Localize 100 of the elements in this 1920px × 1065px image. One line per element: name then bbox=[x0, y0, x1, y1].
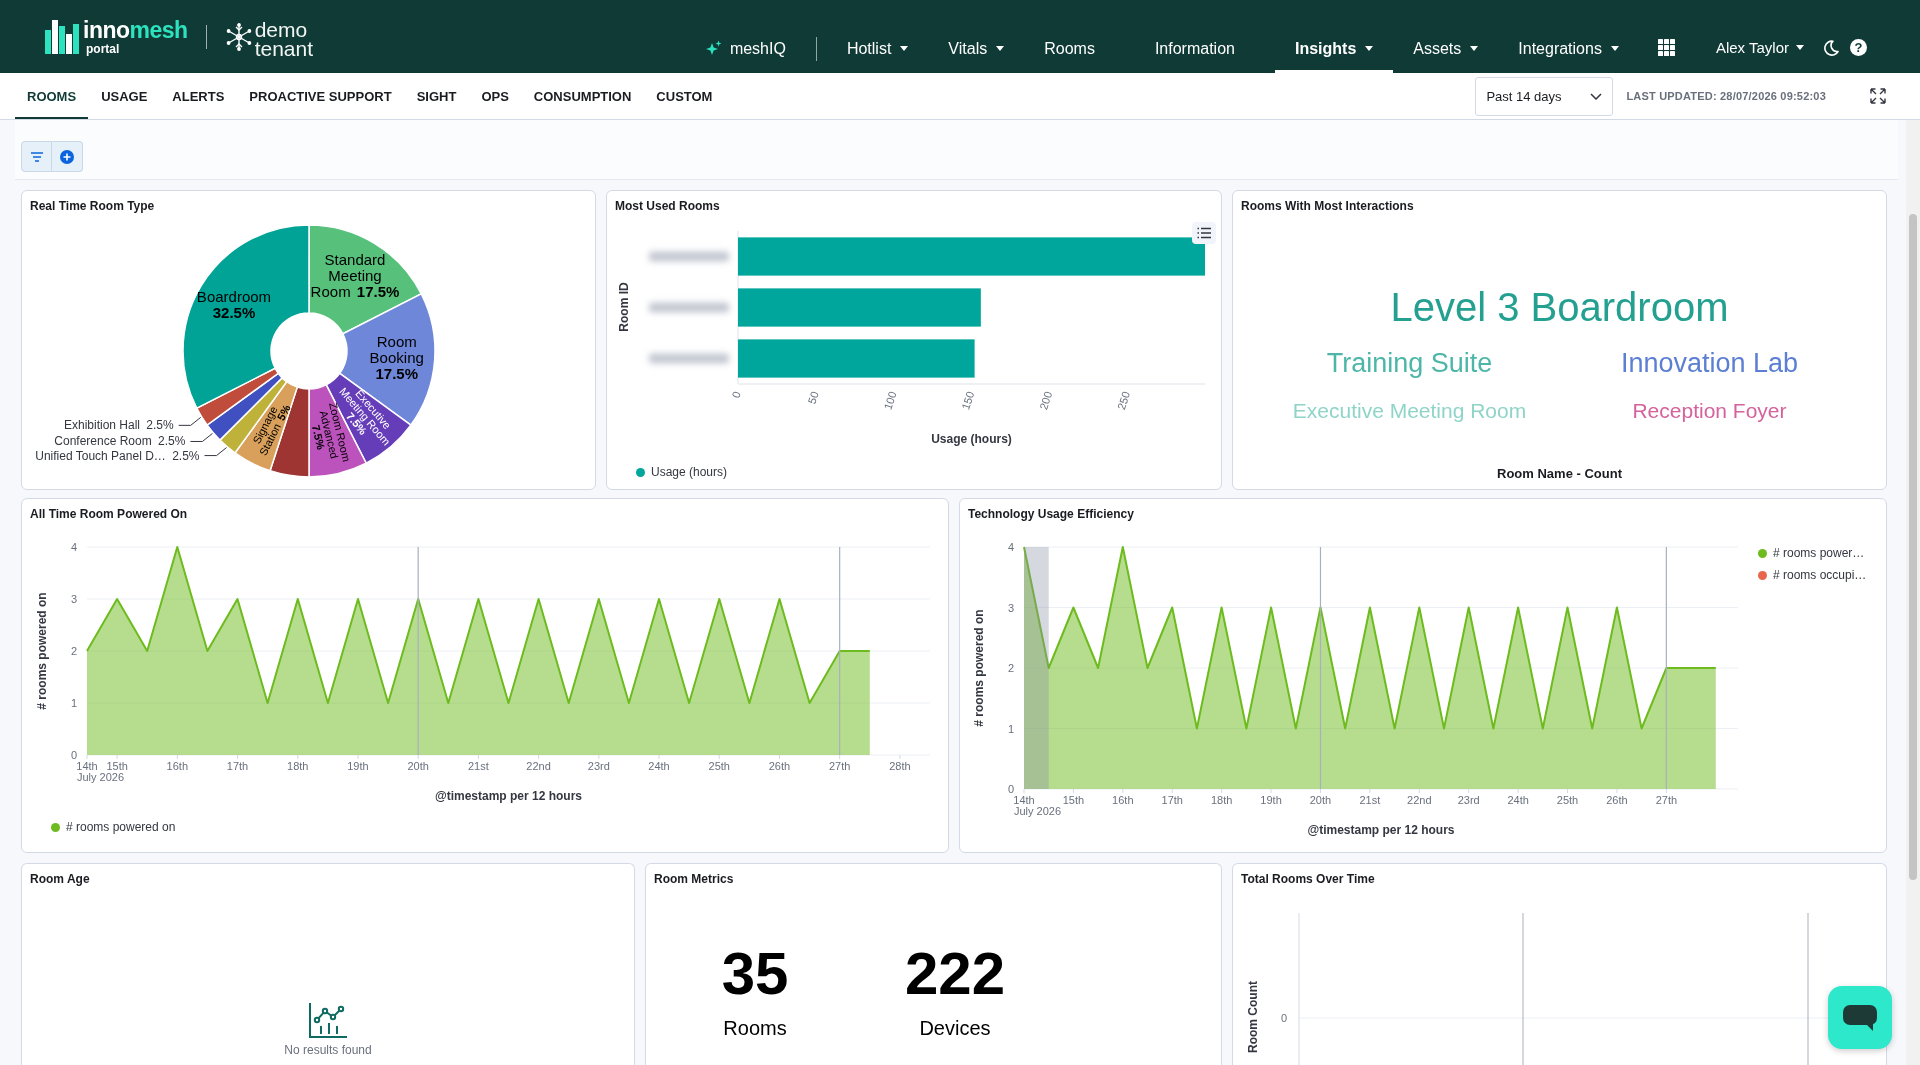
logo-icon bbox=[45, 19, 79, 54]
legend-item[interactable]: Usage (hours) bbox=[636, 465, 728, 479]
y-axis-title: # rooms powered on bbox=[35, 592, 49, 710]
x-tick-label: 16th bbox=[166, 760, 189, 772]
nav-link[interactable]: Information bbox=[1134, 0, 1275, 73]
snowflake-icon bbox=[224, 22, 253, 51]
time-range-dropdown[interactable]: Past 14 days bbox=[1475, 76, 1614, 116]
y-tick-label: 0 bbox=[70, 749, 77, 761]
tab[interactable]: ALERTS bbox=[160, 73, 237, 119]
scrollbar[interactable] bbox=[1906, 120, 1920, 1065]
x-axis-date-label: July 2026 bbox=[1014, 805, 1062, 817]
y-axis-title: # rooms powered on bbox=[972, 609, 986, 727]
x-tick-label: 15th bbox=[1062, 794, 1085, 806]
help-button[interactable]: ? bbox=[1850, 39, 1867, 56]
x-tick-label: 50 bbox=[805, 389, 821, 406]
filter-button[interactable] bbox=[21, 141, 52, 172]
nav-link[interactable]: meshIQ bbox=[684, 0, 806, 73]
x-tick-label: 24th bbox=[648, 760, 670, 772]
y-tick-label: 4 bbox=[70, 541, 77, 553]
chart-icon bbox=[308, 1001, 348, 1039]
leader-line bbox=[178, 416, 202, 426]
legend-item[interactable]: # rooms occupi… bbox=[1758, 567, 1867, 583]
slice-label: Room Booking 17.5% bbox=[369, 333, 424, 383]
x-tick-label: 14th bbox=[76, 760, 98, 772]
metric-label: Devices bbox=[919, 1016, 991, 1040]
slice-label: Conference Room 2.5% bbox=[54, 434, 186, 449]
tab[interactable]: OPS bbox=[469, 73, 521, 119]
panel-title: Most Used Rooms bbox=[615, 199, 720, 213]
tab[interactable]: ROOMS bbox=[15, 73, 89, 119]
x-tick-label: 23rd bbox=[587, 760, 610, 772]
logo-subtitle: portal bbox=[86, 42, 121, 55]
word-cloud-term: Executive Meeting Room bbox=[1292, 398, 1527, 424]
x-tick-label: 22nd bbox=[1407, 794, 1432, 806]
fullscreen-button[interactable] bbox=[1870, 88, 1886, 104]
x-tick-label: 27th bbox=[828, 760, 851, 772]
nav-link[interactable]: Vitals bbox=[928, 0, 1025, 73]
tab[interactable]: SIGHT bbox=[404, 73, 469, 119]
x-tick-label: 26th bbox=[768, 760, 791, 772]
word-cloud-caption: Room Name - Count bbox=[1497, 466, 1622, 482]
y-tick-label: 0 bbox=[1280, 1012, 1287, 1024]
x-axis-title: @timestamp per 12 hours bbox=[1307, 823, 1455, 837]
word-cloud-term: Training Suite bbox=[1326, 347, 1493, 380]
y-tick-label: 3 bbox=[1007, 601, 1014, 614]
metric-label: Rooms bbox=[723, 1016, 787, 1040]
panel-title: Rooms With Most Interactions bbox=[1241, 199, 1414, 213]
x-tick-label: 28th bbox=[889, 760, 911, 772]
nav-link[interactable]: Hotlist bbox=[826, 0, 929, 73]
empty-state-message: No results found bbox=[284, 1043, 372, 1057]
x-tick-label: 21st bbox=[1359, 794, 1381, 806]
fullscreen-icon bbox=[1870, 88, 1886, 104]
x-tick-label: 16th bbox=[1112, 794, 1134, 806]
slice-label: Boardroom 32.5% bbox=[196, 288, 272, 322]
slice-label: Unified Touch Panel D… 2.5% bbox=[35, 448, 200, 463]
y-tick-label: 1 bbox=[70, 697, 77, 709]
slice-label: Exhibition Hall 2.5% bbox=[63, 418, 174, 433]
x-tick-label: 23rd bbox=[1457, 794, 1480, 806]
apps-button[interactable] bbox=[1657, 39, 1675, 56]
x-tick-label: 26th bbox=[1606, 794, 1628, 806]
y-tick-label: 1 bbox=[1007, 722, 1014, 735]
x-tick-label: 14th bbox=[1013, 794, 1035, 806]
add-filter-button[interactable] bbox=[52, 141, 83, 172]
panel-title: Technology Usage Efficiency bbox=[968, 507, 1134, 521]
tab[interactable]: PROACTIVE SUPPORT bbox=[237, 73, 404, 119]
legend-item[interactable]: # rooms powered on bbox=[51, 820, 176, 834]
x-tick-label: 15th bbox=[106, 760, 128, 772]
last-updated-text: LAST UPDATED: 28/07/2026 09:52:03 bbox=[1626, 90, 1826, 102]
x-tick-label: 24th bbox=[1507, 794, 1529, 806]
tab[interactable]: USAGE bbox=[89, 73, 160, 119]
scrollbar-thumb[interactable] bbox=[1909, 214, 1917, 880]
x-tick-label: 18th bbox=[287, 760, 309, 772]
y-tick-label: 2 bbox=[1007, 662, 1014, 674]
panel-title: Room Age bbox=[30, 872, 90, 886]
nav-link[interactable]: Assets bbox=[1393, 0, 1499, 73]
nav-link[interactable]: Integrations bbox=[1498, 0, 1639, 73]
x-tick-label: 19th bbox=[347, 760, 369, 772]
x-tick-label: 17th bbox=[1161, 794, 1183, 806]
leader-line bbox=[204, 447, 227, 457]
legend-toggle-button[interactable] bbox=[1192, 222, 1216, 244]
x-tick-label: 20th bbox=[1309, 794, 1332, 806]
user-menu-button[interactable]: Alex Taylor bbox=[1715, 39, 1804, 56]
x-tick-label: 17th bbox=[226, 760, 249, 772]
metric-value: 35 bbox=[721, 944, 789, 1004]
nav-link[interactable]: Insights bbox=[1274, 0, 1394, 73]
panel-title: All Time Room Powered On bbox=[30, 507, 188, 521]
chevron-down-icon bbox=[1590, 92, 1603, 100]
chat-button[interactable] bbox=[1828, 986, 1892, 1049]
chat-icon bbox=[1843, 1004, 1877, 1031]
legend-item[interactable]: # rooms power… bbox=[1758, 545, 1867, 561]
tab[interactable]: CONSUMPTION bbox=[521, 73, 644, 119]
x-tick-label: 100 bbox=[881, 389, 899, 412]
nav-link[interactable]: Rooms bbox=[1024, 0, 1135, 73]
slice-label: Standard Meeting Room 17.5% bbox=[310, 251, 400, 301]
panel-title: Real Time Room Type bbox=[30, 199, 155, 213]
theme-toggle-button[interactable] bbox=[1824, 39, 1839, 56]
word-cloud-term: Reception Foyer bbox=[1632, 398, 1787, 424]
x-tick-label: 21st bbox=[468, 760, 489, 772]
apps-grid-icon bbox=[1657, 39, 1675, 56]
x-tick-label: 250 bbox=[1115, 389, 1133, 412]
x-tick-label: 18th bbox=[1210, 794, 1233, 806]
tab[interactable]: CUSTOM bbox=[644, 73, 725, 119]
